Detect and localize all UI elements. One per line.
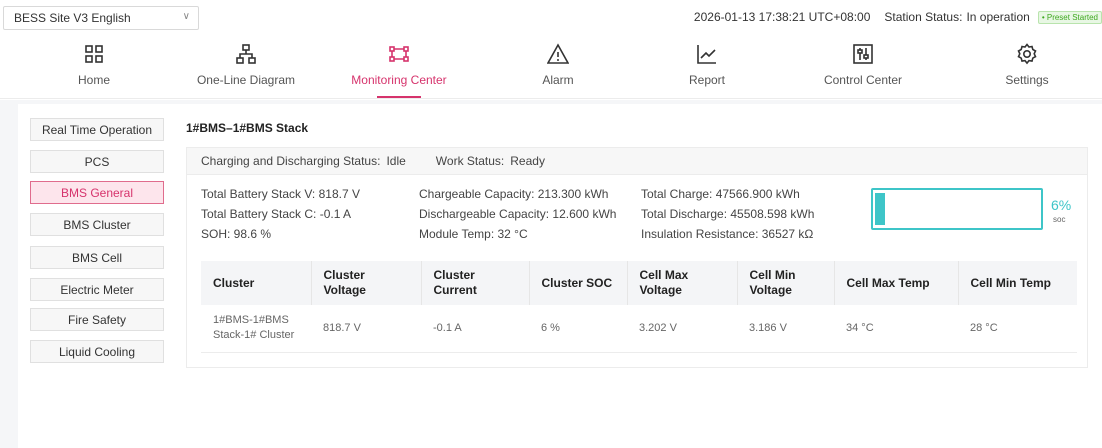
soc-gauge <box>871 188 1043 230</box>
total-battery-stack-current: Total Battery Stack C: -0.1 A <box>201 207 352 221</box>
work-status-label: Work Status: <box>435 154 505 168</box>
table-cell: 1#BMS-1#BMS Stack-1# Cluster <box>201 305 311 353</box>
sidebar-item-label: Real Time Operation <box>41 122 153 137</box>
sidebar-item-label: Fire Safety <box>67 312 127 327</box>
topology-icon <box>235 43 257 65</box>
soc-gauge-fill <box>875 193 885 225</box>
sidebar-item-label: Liquid Cooling <box>58 344 136 359</box>
top-bar: BESS Site V3 English ∨ 2026-01-13 17:38:… <box>0 0 1102 37</box>
nav-one-line-diagram-label: One-Line Diagram <box>196 73 296 87</box>
monitor-icon <box>388 43 410 65</box>
main-nav: Home One-Line Diagram Monitoring Center … <box>0 37 1102 99</box>
site-select-value: BESS Site V3 English <box>14 11 131 25</box>
sidebar-item-real-time-operation[interactable]: Real Time Operation <box>30 118 164 141</box>
nav-alarm-label: Alarm <box>542 73 574 87</box>
table-cell: -0.1 A <box>421 305 529 353</box>
gear-icon <box>1016 43 1038 65</box>
table-row: 1#BMS-1#BMS Stack-1# Cluster 818.7 V -0.… <box>201 305 1077 353</box>
warning-icon <box>547 43 569 65</box>
col-header: Cell Min Temp <box>958 261 1077 305</box>
col-header: Cluster Current <box>421 261 530 305</box>
nav-alarm[interactable]: Alarm <box>493 37 623 99</box>
nav-home[interactable]: Home <box>29 37 159 99</box>
col-header: Cell Min Voltage <box>737 261 835 305</box>
nav-control-center[interactable]: Control Center <box>798 37 928 99</box>
nav-monitoring-center-label: Monitoring Center <box>351 73 447 87</box>
sidebar-item-label: BMS Cell <box>71 250 122 265</box>
stack-info-box: Total Battery Stack V: 818.7 V Total Bat… <box>186 175 1088 368</box>
table-cell: 34 °C <box>834 305 958 353</box>
sidebar-item-bms-cell[interactable]: BMS Cell <box>30 246 164 269</box>
charging-status-label: Charging and Discharging Status: <box>201 154 381 168</box>
nav-report-label: Report <box>688 73 726 87</box>
total-battery-stack-voltage: Total Battery Stack V: 818.7 V <box>201 187 360 201</box>
sidebar: Real Time Operation PCS BMS General BMS … <box>18 104 176 448</box>
chargeable-capacity: Chargeable Capacity: 213.300 kWh <box>419 187 609 201</box>
main-panel: 1#BMS–1#BMS Stack Charging and Dischargi… <box>176 104 1102 448</box>
sliders-icon <box>852 43 874 65</box>
nav-one-line-diagram[interactable]: One-Line Diagram <box>181 37 311 99</box>
table-cell: 3.202 V <box>627 305 737 353</box>
nav-report[interactable]: Report <box>642 37 772 99</box>
soh-value: SOH: 98.6 % <box>201 227 272 241</box>
sidebar-item-liquid-cooling[interactable]: Liquid Cooling <box>30 340 164 363</box>
page-title: 1#BMS–1#BMS Stack <box>186 121 309 135</box>
col-header: Cell Max Temp <box>834 261 959 305</box>
col-header: Cluster Voltage <box>311 261 422 305</box>
sidebar-item-label: BMS Cluster <box>63 217 131 232</box>
sidebar-item-fire-safety[interactable]: Fire Safety <box>30 308 164 331</box>
sidebar-item-bms-cluster[interactable]: BMS Cluster <box>30 213 164 236</box>
chevron-down-icon: ∨ <box>182 11 190 22</box>
col-header: Cell Max Voltage <box>627 261 738 305</box>
cluster-table: Cluster Cluster Voltage Cluster Current … <box>201 261 1077 353</box>
sidebar-item-label: BMS General <box>60 185 134 200</box>
status-bar: Charging and Discharging Status: Idle Wo… <box>186 147 1088 175</box>
table-header-row: Cluster Cluster Voltage Cluster Current … <box>201 261 1077 305</box>
active-tab-indicator <box>377 96 421 98</box>
preset-badge: • Preset Started <box>1037 10 1102 24</box>
insulation-resistance: Insulation Resistance: 36527 kΩ <box>641 227 814 241</box>
site-select[interactable]: BESS Site V3 English ∨ <box>3 6 199 30</box>
soc-percent: 6% <box>1051 197 1072 213</box>
line-chart-icon <box>696 43 718 65</box>
table-cell: 6 % <box>529 305 627 353</box>
sidebar-item-bms-general[interactable]: BMS General <box>30 181 164 204</box>
soc-label: soc <box>1053 215 1066 224</box>
datetime: 2026-01-13 17:38:21 UTC+08:00 <box>693 10 871 24</box>
top-status-area: 2026-01-13 17:38:21 UTC+08:00 Station St… <box>686 10 1102 24</box>
table-cell: 3.186 V <box>737 305 834 353</box>
nav-settings-label: Settings <box>1005 73 1049 87</box>
col-header: Cluster <box>201 261 312 305</box>
grid-icon <box>83 43 105 65</box>
sidebar-item-label: Electric Meter <box>60 282 134 297</box>
table-cell: 818.7 V <box>311 305 421 353</box>
sidebar-item-electric-meter[interactable]: Electric Meter <box>30 278 164 301</box>
sidebar-item-label: PCS <box>84 154 110 169</box>
col-header: Cluster SOC <box>529 261 628 305</box>
work-status-value: Ready <box>510 154 545 168</box>
total-discharge: Total Discharge: 45508.598 kWh <box>641 207 815 221</box>
total-charge: Total Charge: 47566.900 kWh <box>641 187 800 201</box>
dischargeable-capacity: Dischargeable Capacity: 12.600 kWh <box>419 207 617 221</box>
nav-control-center-label: Control Center <box>823 73 903 87</box>
sidebar-item-pcs[interactable]: PCS <box>30 150 164 173</box>
table-cell: 28 °C <box>958 305 1077 353</box>
station-status-label: Station Status: <box>884 10 963 24</box>
charging-status-value: Idle <box>386 154 406 168</box>
nav-monitoring-center[interactable]: Monitoring Center <box>334 37 464 99</box>
nav-home-label: Home <box>77 73 110 87</box>
nav-settings[interactable]: Settings <box>962 37 1092 99</box>
station-status-value: In operation <box>966 10 1030 24</box>
module-temp: Module Temp: 32 °C <box>419 227 528 241</box>
